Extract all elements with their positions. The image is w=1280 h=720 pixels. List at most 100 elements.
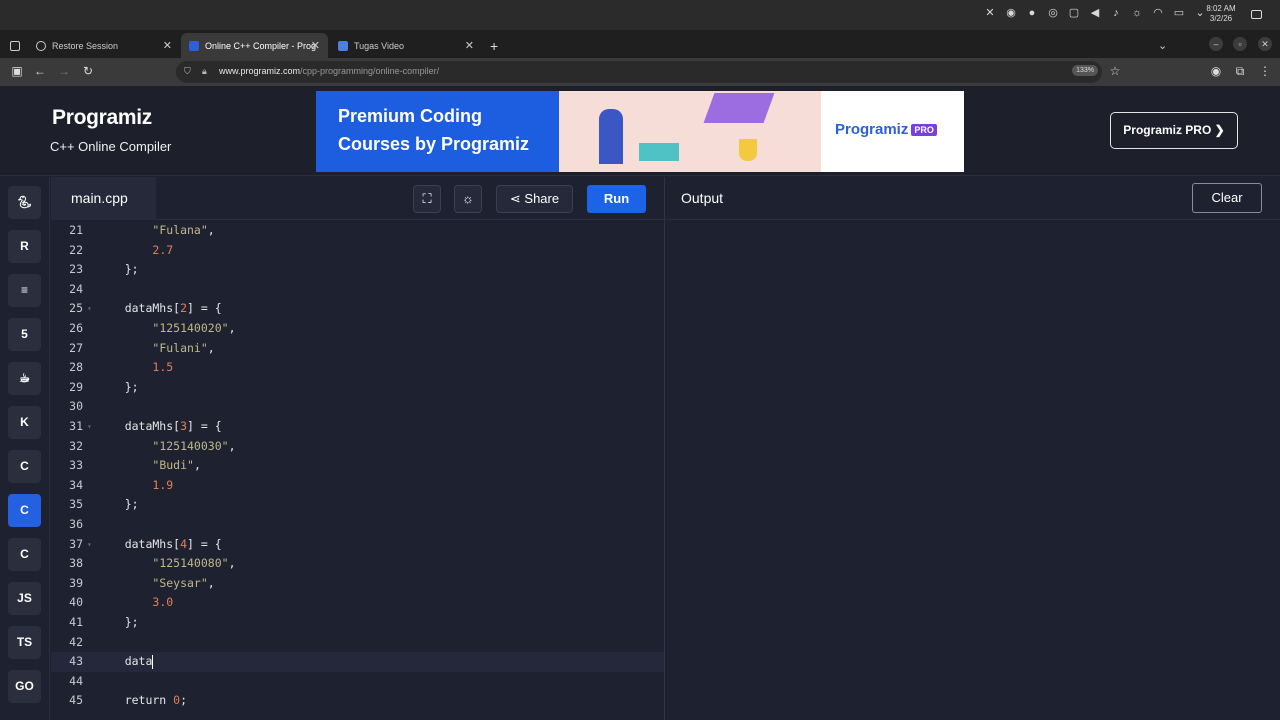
tab-label: Tugas Video <box>354 40 405 51</box>
code-line[interactable]: 42 <box>51 633 664 653</box>
restore-icon[interactable]: ▫ <box>1233 37 1247 51</box>
code-line[interactable]: 32 "125140030", <box>51 437 664 457</box>
line-number: 37 <box>69 536 83 551</box>
output-console[interactable] <box>665 221 1280 720</box>
code-editor[interactable]: 21 "Fulana", 22 2.7 23 }; 24 25 ▾ dataMhs[2] … <box>51 221 664 720</box>
csharp-icon[interactable]: C <box>8 538 41 571</box>
fold-chevron-icon[interactable]: ▾ <box>87 299 92 319</box>
code-line[interactable]: 44 <box>51 672 664 692</box>
file-tab-main-cpp[interactable]: main.cpp <box>51 177 156 220</box>
code-line[interactable]: 34 1.9 <box>51 476 664 496</box>
typescript-icon[interactable]: TS <box>8 626 41 659</box>
line-number: 26 <box>69 321 83 335</box>
fullscreen-icon[interactable]: ⛶ <box>413 185 441 213</box>
minimize-icon[interactable]: – <box>1209 37 1223 51</box>
extensions-icon[interactable]: ⧉ <box>1233 64 1247 79</box>
programiz-pro-button[interactable]: Programiz PRO ❯ <box>1110 112 1238 149</box>
code-line[interactable]: 30 <box>51 397 664 417</box>
sidebar-toggle-icon[interactable]: ▣ <box>10 64 24 78</box>
vpn-icon[interactable]: ◉ <box>1005 7 1017 19</box>
code-line[interactable]: 39 "Seysar", <box>51 574 664 594</box>
javascript-icon[interactable]: JS <box>8 582 41 615</box>
forward-icon[interactable]: → <box>57 64 71 78</box>
line-number: 44 <box>69 673 83 688</box>
code-line[interactable]: 26 "125140020", <box>51 319 664 339</box>
battery-icon[interactable]: ▭ <box>1173 7 1185 19</box>
code-line[interactable]: 36 <box>51 515 664 535</box>
share-button[interactable]: ⋖ Share <box>496 185 573 213</box>
code-line[interactable]: 40 3.0 <box>51 593 664 613</box>
close-icon[interactable]: ✕ <box>163 39 172 52</box>
close-window-icon[interactable]: ✕ <box>1258 37 1272 51</box>
html5-icon[interactable]: 5 <box>8 318 41 351</box>
brightness-icon[interactable]: ☼ <box>1131 7 1143 19</box>
code-line[interactable]: 23 }; <box>51 260 664 280</box>
tab-overview-icon[interactable] <box>4 33 28 58</box>
python-icon[interactable]: 🐍︎ <box>8 186 41 219</box>
language-rail: 🐍︎ R ≡ 5 ☕︎ K C C C JS TS GO <box>0 177 50 720</box>
fold-chevron-icon[interactable]: ▾ <box>87 417 92 437</box>
reload-icon[interactable]: ↻ <box>81 64 95 78</box>
shield-icon[interactable]: ⛉ <box>184 66 191 77</box>
microphone-icon[interactable]: ♪ <box>1110 7 1122 19</box>
menu-icon[interactable]: ⋮ <box>1258 64 1272 78</box>
back-icon[interactable]: ← <box>33 64 47 78</box>
c-icon[interactable]: C <box>8 450 41 483</box>
code-line[interactable]: 27 "Fulani", <box>51 339 664 359</box>
go-icon[interactable]: GO <box>8 670 41 703</box>
r-icon[interactable]: R <box>8 230 41 263</box>
volume-icon[interactable]: ◀ <box>1089 7 1101 19</box>
tab-list-chevron-icon[interactable]: ⌄ <box>1150 33 1167 58</box>
clear-button[interactable]: Clear <box>1192 183 1262 213</box>
sql-database-icon[interactable]: ≡ <box>8 274 41 307</box>
code-line[interactable]: 37 ▾ dataMhs[4] = { <box>51 535 664 555</box>
os-menu-bar: ✕ ◉ ● ◎ ▢ ◀ ♪ ☼ ◠ ▭ ⌄ 8:02 AM 3/2/26 <box>0 0 1280 30</box>
account-icon[interactable]: ◉ <box>1209 64 1223 78</box>
new-tab-icon[interactable]: + <box>482 33 498 58</box>
clipboard-icon[interactable]: ▢ <box>1068 7 1080 19</box>
code-line[interactable]: 43 data <box>51 652 664 672</box>
code-line[interactable]: 21 "Fulana", <box>51 221 664 241</box>
zoom-level[interactable]: 133% <box>1072 65 1098 76</box>
wifi-icon[interactable]: ◠ <box>1152 7 1164 19</box>
code-line[interactable]: 29 }; <box>51 378 664 398</box>
url-text[interactable]: www.programiz.com/cpp-programming/online… <box>219 66 439 76</box>
code-text: 1.9 <box>152 477 174 492</box>
java-icon[interactable]: ☕︎ <box>8 362 41 395</box>
address-bar[interactable]: ⛉ 🔒︎ www.programiz.com/cpp-programming/o… <box>176 61 1102 83</box>
clock-time: 8:02 AM <box>1206 4 1236 13</box>
notification-icon[interactable] <box>1251 10 1262 19</box>
close-icon[interactable]: ✕ <box>311 39 320 52</box>
code-line[interactable]: 31 ▾ dataMhs[3] = { <box>51 417 664 437</box>
code-line[interactable]: 45 return 0; <box>51 691 664 711</box>
kotlin-icon[interactable]: K <box>8 406 41 439</box>
code-line[interactable]: 22 2.7 <box>51 241 664 261</box>
code-line[interactable]: 41 }; <box>51 613 664 633</box>
banner-illustration <box>559 91 821 172</box>
code-line[interactable]: 33 "Budi", <box>51 456 664 476</box>
banner-logo: Programiz PRO <box>835 121 937 138</box>
code-line[interactable]: 25 ▾ dataMhs[2] = { <box>51 299 664 319</box>
record-icon[interactable]: ● <box>1026 7 1038 19</box>
accessibility-icon[interactable]: ◎ <box>1047 7 1059 19</box>
close-icon[interactable]: ✕ <box>465 39 474 52</box>
bookmark-star-icon[interactable]: ☆ <box>1108 64 1122 78</box>
code-line[interactable]: 35 }; <box>51 495 664 515</box>
tab-online-compiler[interactable]: Online C++ Compiler - Prog ✕ <box>181 33 328 58</box>
promo-banner[interactable]: Premium Coding Courses by Programiz Prog… <box>316 91 964 172</box>
code-line[interactable]: 28 1.5 <box>51 358 664 378</box>
programiz-logo[interactable]: Programiz <box>52 106 152 130</box>
cpp-icon[interactable]: C <box>8 494 41 527</box>
lock-icon[interactable]: 🔒︎ <box>202 66 207 77</box>
theme-sun-icon[interactable]: ☼ <box>454 185 482 213</box>
fold-chevron-icon[interactable]: ▾ <box>87 535 92 555</box>
code-line[interactable]: 24 <box>51 280 664 300</box>
tab-tugas-video[interactable]: Tugas Video ✕ <box>330 33 482 58</box>
run-button[interactable]: Run <box>587 185 646 213</box>
page-subtitle: C++ Online Compiler <box>50 139 172 154</box>
code-line[interactable]: 38 "125140080", <box>51 554 664 574</box>
no-sound-icon[interactable]: ✕ <box>984 7 996 19</box>
clock[interactable]: 8:02 AM 3/2/26 <box>1200 4 1242 24</box>
image-favicon-icon <box>338 40 348 51</box>
tab-restore-session[interactable]: Restore Session ✕ <box>28 33 180 58</box>
